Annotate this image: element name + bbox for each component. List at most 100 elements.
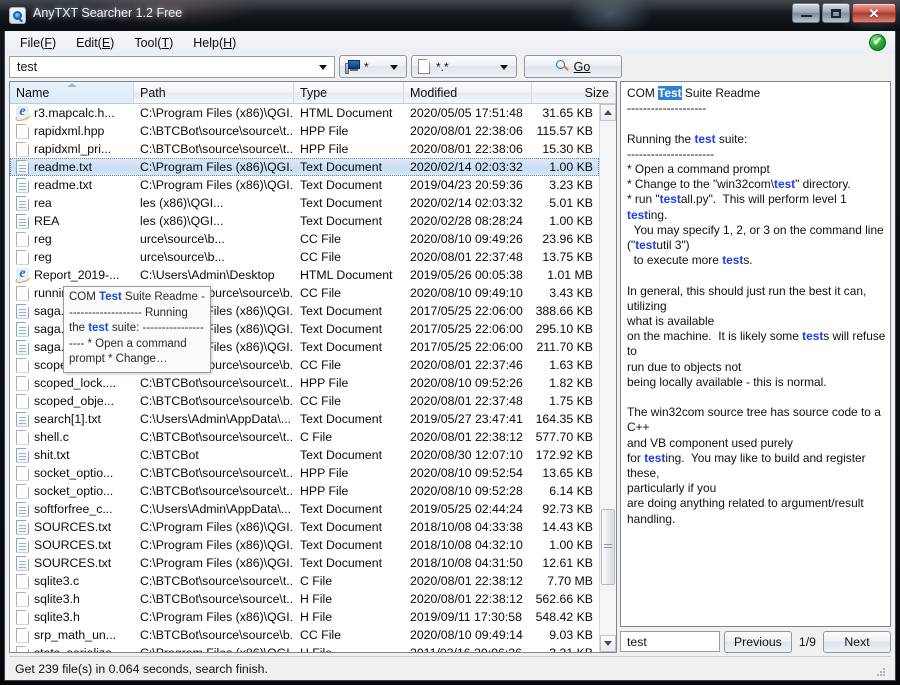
table-row[interactable]: SOURCES.txtC:\Program Files (x86)\QGI...… [10,518,599,536]
scrollbar-track[interactable] [600,121,616,635]
column-header-size[interactable]: Size [532,82,616,103]
cell-modified: 2020/08/01 22:37:48 [404,394,532,408]
table-row[interactable]: r3.mapcalc.h...C:\Program Files (x86)\QG… [10,104,599,122]
cell-size: 5.01 KB [532,196,599,210]
table-row[interactable]: regurce\source\b...CC File2020/08/01 22:… [10,248,599,266]
table-row[interactable]: sqlite3.cC:\BTCBot\source\source\t...C F… [10,572,599,590]
file-name: readme.txt [34,160,92,174]
table-row[interactable]: regurce\source\b...CC File2020/08/10 09:… [10,230,599,248]
menu-file-key: F [44,36,52,50]
scroll-down-button[interactable] [600,635,616,652]
cell-size: 1.01 MB [532,268,599,282]
table-row[interactable]: REAles (x86)\QGI...Text Document2020/02/… [10,212,599,230]
menu-edit[interactable]: Edit(E) [67,33,123,53]
go-button[interactable]: Go [524,55,622,78]
cell-path: C:\BTCBot [134,448,294,462]
file-name: rapidxml.hpp [34,124,104,138]
table-row[interactable]: search[1].txtC:\Users\Admin\AppData\...T… [10,410,599,428]
table-row[interactable]: softforfree_c...C:\Users\Admin\AppData\.… [10,500,599,518]
cell-type: HPP File [294,484,404,498]
table-row[interactable]: sqlite3.hC:\BTCBot\source\source\t...H F… [10,590,599,608]
cell-size: 562.66 KB [532,592,599,606]
scrollbar-thumb[interactable] [601,509,615,585]
cell-path: urce\source\b... [134,250,294,264]
cell-modified: 2020/08/01 22:38:12 [404,574,532,588]
table-row[interactable]: rapidxml.hppC:\BTCBot\source\source\t...… [10,122,599,140]
cell-size: 3.43 KB [532,286,599,300]
previous-match-button[interactable]: Previous [724,631,792,653]
chevron-down-icon[interactable] [319,65,327,70]
results-scrollbar[interactable] [599,104,616,652]
cell-type: HTML Document [294,106,404,120]
menu-tool-key: T [161,36,169,50]
table-row[interactable]: stats_serialize...C:\Program Files (x86)… [10,644,599,652]
cell-path: C:\Program Files (x86)\QGI... [134,556,294,570]
generic-file-icon [16,286,29,301]
file-name: reg [34,250,52,264]
extension-filter-dropdown[interactable]: *.* [411,55,517,78]
cell-name: socket_optio... [10,466,134,481]
cell-path: C:\Program Files (x86)\QGI... [134,610,294,624]
results-list[interactable]: r3.mapcalc.h...C:\Program Files (x86)\QG… [10,104,599,652]
column-header-type[interactable]: Type [294,82,404,103]
preview-text-run: all.py". This will perform level 1 [681,192,850,206]
table-row[interactable]: readme.txtC:\Program Files (x86)\QGI...T… [10,158,599,176]
text-document-icon [16,178,29,193]
scope-dropdown[interactable]: * [339,55,407,78]
minimize-button[interactable] [792,3,820,23]
table-row[interactable]: sqlite3.hC:\Program Files (x86)\QGI...H … [10,608,599,626]
preview-pane: COM Test Suite Readme ------------------… [620,81,891,653]
table-row[interactable]: rapidxml_pri...C:\BTCBot\source\source\t… [10,140,599,158]
status-ok-icon[interactable]: ✔ [869,34,886,51]
cell-modified: 2019/04/23 20:59:36 [404,178,532,192]
table-row[interactable]: shit.txtC:\BTCBotText Document2020/08/30… [10,446,599,464]
client-area: File(F) Edit(E) Tool(T) Help(H) ✔ test *… [4,31,896,681]
table-row[interactable]: srp_math_un...C:\BTCBot\source\source\b.… [10,626,599,644]
cell-type: C File [294,430,404,444]
menu-help[interactable]: Help(H) [184,33,245,53]
cell-modified: 2020/08/10 09:49:14 [404,628,532,642]
cell-size: 13.65 KB [532,466,599,480]
table-row[interactable]: SOURCES.txtC:\Program Files (x86)\QGI...… [10,554,599,572]
menu-file[interactable]: File(F) [11,33,65,53]
maximize-button[interactable] [822,3,850,23]
table-row[interactable]: socket_optio...C:\BTCBot\source\source\t… [10,482,599,500]
table-row[interactable]: reales (x86)\QGI...Text Document2020/02/… [10,194,599,212]
table-row[interactable]: socket_optio...C:\BTCBot\source\source\t… [10,464,599,482]
chevron-down-icon[interactable] [390,65,398,70]
cell-size: 577.70 KB [532,430,599,444]
magnifier-icon [9,7,26,24]
next-match-button[interactable]: Next [823,631,891,653]
tooltip-match-term: test [88,322,108,334]
table-row[interactable]: SOURCES.txtC:\Program Files (x86)\QGI...… [10,536,599,554]
table-row[interactable]: shell.cC:\BTCBot\source\source\t...C Fil… [10,428,599,446]
html-document-icon [16,106,29,121]
chevron-down-icon[interactable] [500,65,508,70]
cell-type: HTML Document [294,268,404,282]
table-row[interactable]: Report_2019-...C:\Users\Admin\DesktopHTM… [10,266,599,284]
close-button[interactable]: ✕ [852,3,896,23]
column-header-path[interactable]: Path [134,82,294,103]
cell-name: shit.txt [10,448,134,463]
preview-text[interactable]: COM Test Suite Readme ------------------… [620,81,891,627]
file-name: socket_optio... [34,466,113,480]
file-name: socket_optio... [34,484,113,498]
table-row[interactable]: scoped_obje...C:\BTCBot\source\source\b.… [10,392,599,410]
preview-match-term: test [635,238,656,252]
title-bar[interactable]: AnyTXT Searcher 1.2 Free ✕ [0,0,900,31]
cell-modified: 2017/05/25 22:06:00 [404,322,532,336]
resize-grip-icon[interactable] [875,666,887,678]
find-input[interactable]: test [620,631,720,652]
html-document-icon [16,268,29,283]
column-header-modified[interactable]: Modified [404,82,532,103]
cell-path: C:\Program Files (x86)\QGI... [134,106,294,120]
search-input[interactable]: test [9,56,335,78]
table-row[interactable]: readme.txtC:\Program Files (x86)\QGI...T… [10,176,599,194]
menu-tool[interactable]: Tool(T) [125,33,182,53]
column-header-name[interactable]: Name [10,82,134,103]
scroll-up-button[interactable] [600,104,616,121]
file-name: reg [34,232,52,246]
table-row[interactable]: scoped_lock....C:\BTCBot\source\source\t… [10,374,599,392]
cell-size: 3.23 KB [532,178,599,192]
cell-modified: 2020/08/01 22:38:06 [404,142,532,156]
